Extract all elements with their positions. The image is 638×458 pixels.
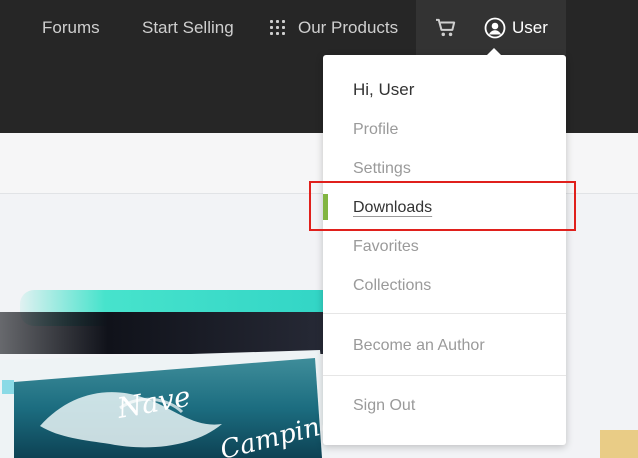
dropdown-greeting: Hi, User [353, 80, 415, 99]
menu-item-settings[interactable]: Settings [353, 160, 411, 178]
nav-our-products-link[interactable]: Our Products [270, 0, 398, 55]
nav-start-selling-link[interactable]: Start Selling [142, 0, 234, 55]
cart-icon [436, 18, 456, 36]
nav-forums-link[interactable]: Forums [42, 0, 100, 55]
user-label: User [512, 17, 548, 37]
apps-grid-icon [270, 20, 285, 35]
menu-item-profile[interactable]: Profile [353, 121, 398, 139]
user-dropdown-menu: Hi, User Profile Settings Downloads Favo… [323, 48, 566, 445]
menu-item-downloads[interactable]: Downloads [353, 199, 432, 217]
user-avatar-icon [484, 17, 506, 38]
our-products-label: Our Products [298, 18, 399, 37]
menu-item-become-author[interactable]: Become an Author [353, 337, 485, 355]
dropdown-caret [487, 48, 501, 55]
menu-item-collections[interactable]: Collections [353, 277, 431, 295]
menu-item-sign-out[interactable]: Sign Out [353, 397, 415, 415]
active-item-indicator [323, 194, 328, 220]
user-menu-button[interactable]: User [476, 0, 566, 55]
menu-item-favorites[interactable]: Favorites [353, 238, 419, 256]
menu-divider [323, 375, 566, 376]
cart-button[interactable] [416, 0, 476, 55]
menu-divider [323, 313, 566, 314]
